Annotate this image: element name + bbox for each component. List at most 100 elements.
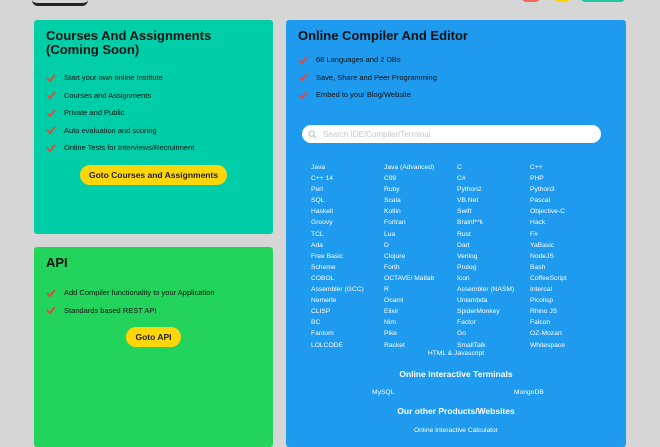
- language-link[interactable]: Whitespace: [530, 340, 603, 351]
- language-link[interactable]: Rust: [457, 229, 530, 240]
- language-link[interactable]: TCL: [311, 229, 384, 240]
- language-link[interactable]: Pascal: [530, 195, 603, 206]
- feature-text: Start your own online Institute: [64, 73, 163, 83]
- header-button-red[interactable]: [521, 0, 541, 2]
- language-link[interactable]: SpiderMonkey: [457, 306, 530, 317]
- list-item: Standards based REST API: [46, 302, 261, 320]
- language-link[interactable]: Ocaml: [384, 295, 457, 306]
- language-link[interactable]: Prolog: [457, 262, 530, 273]
- language-link[interactable]: Groovy: [311, 217, 384, 228]
- language-link[interactable]: Clojure: [384, 251, 457, 262]
- language-link[interactable]: YaBasic: [530, 240, 603, 251]
- language-link[interactable]: LOLCODE: [311, 340, 384, 351]
- language-link[interactable]: NodeJS: [530, 251, 603, 262]
- check-icon: [298, 91, 308, 100]
- api-feature-list: Add Compiler functionality to your Appli…: [46, 284, 261, 319]
- goto-api-button[interactable]: Goto API: [126, 327, 181, 347]
- language-link[interactable]: CLISP: [311, 306, 384, 317]
- compiler-card: Online Compiler And Editor 68 Languages …: [286, 20, 626, 447]
- site-logo[interactable]: [32, 0, 88, 6]
- language-link[interactable]: Objective-C: [530, 206, 603, 217]
- site-header: [0, 0, 660, 6]
- language-link[interactable]: Scheme: [311, 262, 384, 273]
- language-link[interactable]: C++ 14: [311, 173, 384, 184]
- language-link[interactable]: Go: [457, 328, 530, 339]
- language-link[interactable]: BC: [311, 317, 384, 328]
- language-link[interactable]: Python3: [530, 184, 603, 195]
- language-link[interactable]: Racket: [384, 340, 457, 351]
- check-icon: [46, 74, 56, 83]
- language-link[interactable]: C++: [530, 162, 603, 173]
- api-card: API Add Compiler functionality to your A…: [34, 247, 273, 447]
- list-item: Start your own online Institute: [46, 69, 261, 87]
- terminal-link-mongodb[interactable]: MongoDB: [514, 389, 544, 396]
- goto-courses-button[interactable]: Goto Courses and Assignments: [79, 164, 228, 185]
- products-title: Our other Products/Websites: [397, 406, 515, 416]
- language-link[interactable]: Dart: [457, 240, 530, 251]
- language-link[interactable]: Intercal: [530, 284, 603, 295]
- language-link[interactable]: Picolisp: [530, 295, 603, 306]
- language-link[interactable]: Lua: [384, 229, 457, 240]
- check-icon: [46, 144, 56, 153]
- language-link[interactable]: Icon: [457, 273, 530, 284]
- product-link-calculator[interactable]: Online Interactive Calculator: [286, 427, 626, 434]
- language-link[interactable]: D: [384, 240, 457, 251]
- language-link[interactable]: Ruby: [384, 184, 457, 195]
- language-link[interactable]: SQL: [311, 195, 384, 206]
- language-link[interactable]: Ada: [311, 240, 384, 251]
- language-link[interactable]: C: [457, 162, 530, 173]
- language-link[interactable]: Verilog: [457, 251, 530, 262]
- language-link[interactable]: Elixir: [384, 306, 457, 317]
- header-button-green[interactable]: [580, 0, 626, 2]
- language-link[interactable]: SmallTalk: [457, 340, 530, 351]
- check-icon: [46, 289, 56, 298]
- language-link[interactable]: Rhino JS: [530, 306, 603, 317]
- language-link[interactable]: Hack: [530, 217, 603, 228]
- list-item: Add Compiler functionality to your Appli…: [46, 284, 261, 302]
- language-link[interactable]: R: [384, 284, 457, 295]
- terminal-link-mysql[interactable]: MySQL: [372, 389, 394, 396]
- api-title: API: [46, 255, 68, 270]
- language-link[interactable]: Fortran: [384, 217, 457, 228]
- language-link[interactable]: COBOL: [311, 273, 384, 284]
- language-link[interactable]: PHP: [530, 173, 603, 184]
- language-link[interactable]: Factor: [457, 317, 530, 328]
- language-link[interactable]: C#: [457, 173, 530, 184]
- language-link[interactable]: Unlambda: [457, 295, 530, 306]
- language-link[interactable]: Nemerle: [311, 295, 384, 306]
- language-link[interactable]: F#: [530, 229, 603, 240]
- check-icon: [46, 91, 56, 100]
- language-link[interactable]: Haskell: [311, 206, 384, 217]
- check-icon: [46, 109, 56, 118]
- list-item: Courses and Assignments: [46, 87, 261, 105]
- language-link[interactable]: Forth: [384, 262, 457, 273]
- search-box[interactable]: [302, 125, 601, 143]
- language-link[interactable]: Java: [311, 162, 384, 173]
- language-link[interactable]: Brainf**k: [457, 217, 530, 228]
- html-js-link[interactable]: HTML & Javascript: [286, 350, 626, 357]
- language-link[interactable]: Python2: [457, 184, 530, 195]
- language-link[interactable]: Assembler (GCC): [311, 284, 384, 295]
- language-link[interactable]: Bash: [530, 262, 603, 273]
- language-link[interactable]: Assembler (NASM): [457, 284, 530, 295]
- language-link[interactable]: VB.Net: [457, 195, 530, 206]
- language-link[interactable]: Falcon: [530, 317, 603, 328]
- language-link[interactable]: Kotlin: [384, 206, 457, 217]
- feature-text: Private and Public: [64, 108, 125, 118]
- language-link[interactable]: Pike: [384, 328, 457, 339]
- language-link[interactable]: Nim: [384, 317, 457, 328]
- compiler-feature-list: 68 Languages and 2 DBs Save, Share and P…: [298, 51, 614, 104]
- language-link[interactable]: Scala: [384, 195, 457, 206]
- language-link[interactable]: Perl: [311, 184, 384, 195]
- language-link[interactable]: Swift: [457, 206, 530, 217]
- language-link[interactable]: CoffeeScript: [530, 273, 603, 284]
- language-link[interactable]: Free Basic: [311, 251, 384, 262]
- search-input[interactable]: [321, 128, 601, 140]
- header-button-yellow[interactable]: [553, 0, 571, 2]
- language-link[interactable]: Fantom: [311, 328, 384, 339]
- language-link[interactable]: C99: [384, 173, 457, 184]
- language-link[interactable]: OCTAVE/ Matlab: [384, 273, 457, 284]
- language-link[interactable]: OZ-Mozart: [530, 328, 603, 339]
- check-icon: [46, 306, 56, 315]
- language-link[interactable]: Java (Advanced): [384, 162, 457, 173]
